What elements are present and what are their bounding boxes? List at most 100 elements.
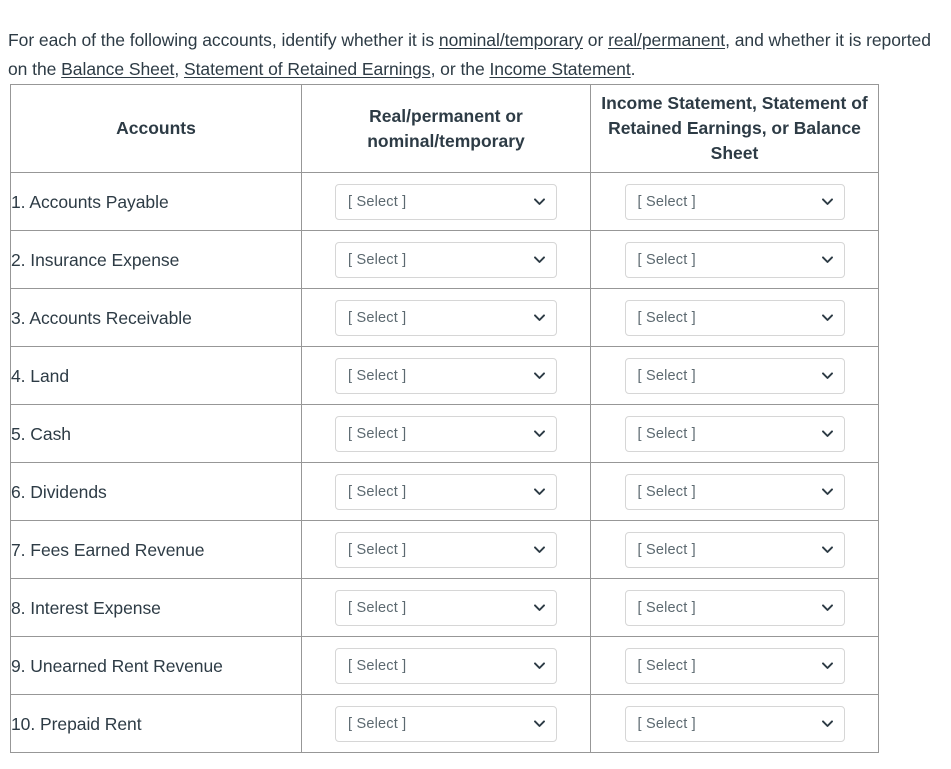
classification-cell: [ Select ] xyxy=(301,288,591,347)
chevron-down-icon xyxy=(821,545,833,554)
chevron-down-icon xyxy=(534,487,545,496)
column-header-statement-line1: Income Statement, Statement of xyxy=(601,93,868,113)
classification-select[interactable]: [ Select ] xyxy=(335,415,557,452)
chevron-down-icon xyxy=(821,429,833,438)
prompt-text-6: . xyxy=(630,58,636,79)
chevron-down-icon xyxy=(821,371,833,380)
statement-select[interactable]: [ Select ] xyxy=(624,531,845,568)
table-body: 1. Accounts Payable [ Select ] [ Select … xyxy=(10,172,879,753)
classification-cell: [ Select ] xyxy=(301,636,591,695)
classification-cell: [ Select ] xyxy=(301,346,591,405)
classification-select[interactable]: [ Select ] xyxy=(335,705,557,742)
prompt-text-1: For each of the following accounts, iden… xyxy=(8,29,439,50)
statement-select[interactable]: [ Select ] xyxy=(624,589,845,626)
table-row-5: 5. Cash [ Select ] [ Select ] xyxy=(10,404,879,463)
account-name-cell: 3. Accounts Receivable xyxy=(10,288,302,347)
classification-select-value: [ Select ] xyxy=(348,541,407,558)
prompt-term-income-statement: Income Statement xyxy=(489,58,631,79)
statement-select[interactable]: [ Select ] xyxy=(624,299,845,336)
statement-select-value: [ Select ] xyxy=(637,599,696,616)
statement-select-value: [ Select ] xyxy=(637,425,696,442)
statement-cell: [ Select ] xyxy=(590,288,879,347)
statement-select-value: [ Select ] xyxy=(637,715,696,732)
chevron-down-icon xyxy=(534,719,545,728)
chevron-down-icon xyxy=(534,545,545,554)
statement-cell: [ Select ] xyxy=(590,520,879,579)
account-name-cell: 8. Interest Expense xyxy=(10,578,302,637)
table-row-10: 10. Prepaid Rent [ Select ] [ Select ] xyxy=(10,694,879,753)
column-header-statement-line3: Sheet xyxy=(710,143,759,163)
column-header-classification-line1: Real/permanent or xyxy=(369,105,523,126)
column-header-accounts-label: Accounts xyxy=(116,118,196,138)
classification-cell: [ Select ] xyxy=(301,172,591,231)
classification-select-value: [ Select ] xyxy=(348,483,407,500)
chevron-down-icon xyxy=(821,487,833,496)
account-name-cell: 6. Dividends xyxy=(10,462,302,521)
classification-select[interactable]: [ Select ] xyxy=(335,357,557,394)
statement-cell: [ Select ] xyxy=(590,172,879,231)
classification-select[interactable]: [ Select ] xyxy=(335,241,557,278)
column-header-accounts: Accounts xyxy=(10,84,302,173)
classification-select[interactable]: [ Select ] xyxy=(335,473,557,510)
chevron-down-icon xyxy=(821,661,833,670)
chevron-down-icon xyxy=(821,313,833,322)
chevron-down-icon xyxy=(534,429,545,438)
classification-cell: [ Select ] xyxy=(301,578,591,637)
statement-cell: [ Select ] xyxy=(590,462,879,521)
chevron-down-icon xyxy=(534,255,545,264)
classification-select-value: [ Select ] xyxy=(348,309,407,326)
statement-select[interactable]: [ Select ] xyxy=(624,415,845,452)
table-row-1: 1. Accounts Payable [ Select ] [ Select … xyxy=(10,172,879,231)
statement-cell: [ Select ] xyxy=(590,230,879,289)
statement-select-value: [ Select ] xyxy=(637,309,696,326)
classification-select-value: [ Select ] xyxy=(348,193,407,210)
classification-select[interactable]: [ Select ] xyxy=(335,299,557,336)
classification-select-value: [ Select ] xyxy=(348,657,407,674)
classification-select[interactable]: [ Select ] xyxy=(335,589,557,626)
account-name-cell: 1. Accounts Payable xyxy=(10,172,302,231)
column-header-classification: Real/permanent or nominal/temporary xyxy=(301,84,591,173)
column-header-statement: Income Statement, Statement of Retained … xyxy=(590,84,879,173)
classification-cell: [ Select ] xyxy=(301,230,591,289)
statement-cell: [ Select ] xyxy=(590,694,879,753)
classification-select-value: [ Select ] xyxy=(348,425,407,442)
prompt-term-real-permanent: real/permanent xyxy=(608,29,726,50)
account-name-cell: 9. Unearned Rent Revenue xyxy=(10,636,302,695)
chevron-down-icon xyxy=(534,313,545,322)
account-name-cell: 10. Prepaid Rent xyxy=(10,694,302,753)
statement-cell: [ Select ] xyxy=(590,346,879,405)
statement-select-value: [ Select ] xyxy=(637,193,696,210)
statement-select[interactable]: [ Select ] xyxy=(624,705,845,742)
statement-select[interactable]: [ Select ] xyxy=(624,241,845,278)
classification-cell: [ Select ] xyxy=(301,462,591,521)
table-row-4: 4. Land [ Select ] [ Select ] xyxy=(10,346,879,405)
account-name-cell: 4. Land xyxy=(10,346,302,405)
classification-select[interactable]: [ Select ] xyxy=(335,183,557,220)
table-row-6: 6. Dividends [ Select ] [ Select ] xyxy=(10,462,879,521)
statement-select[interactable]: [ Select ] xyxy=(624,647,845,684)
classification-cell: [ Select ] xyxy=(301,404,591,463)
table-row-8: 8. Interest Expense [ Select ] [ Select … xyxy=(10,578,879,637)
table-header: Accounts Real/permanent or nominal/tempo… xyxy=(10,84,879,173)
classification-cell: [ Select ] xyxy=(301,520,591,579)
chevron-down-icon xyxy=(821,197,833,206)
classification-select-value: [ Select ] xyxy=(348,251,407,268)
statement-select-value: [ Select ] xyxy=(637,367,696,384)
question-prompt: For each of the following accounts, iden… xyxy=(8,26,938,84)
chevron-down-icon xyxy=(821,719,833,728)
classification-select[interactable]: [ Select ] xyxy=(335,531,557,568)
table-row-9: 9. Unearned Rent Revenue [ Select ] [ Se… xyxy=(10,636,879,695)
prompt-term-statement-retained-earnings: Statement of Retained Earnings xyxy=(183,58,431,79)
classification-cell: [ Select ] xyxy=(301,694,591,753)
statement-select[interactable]: [ Select ] xyxy=(624,357,845,394)
statement-select[interactable]: [ Select ] xyxy=(624,183,845,220)
account-name-cell: 5. Cash xyxy=(10,404,302,463)
accounts-table: Accounts Real/permanent or nominal/tempo… xyxy=(10,84,879,753)
classification-select[interactable]: [ Select ] xyxy=(335,647,557,684)
prompt-text-2: or xyxy=(582,29,609,50)
statement-select[interactable]: [ Select ] xyxy=(624,473,845,510)
statement-cell: [ Select ] xyxy=(590,636,879,695)
table-row-2: 2. Insurance Expense [ Select ] [ Select… xyxy=(10,230,879,289)
chevron-down-icon xyxy=(821,603,833,612)
column-header-statement-line2: Retained Earnings, or Balance xyxy=(608,118,861,138)
